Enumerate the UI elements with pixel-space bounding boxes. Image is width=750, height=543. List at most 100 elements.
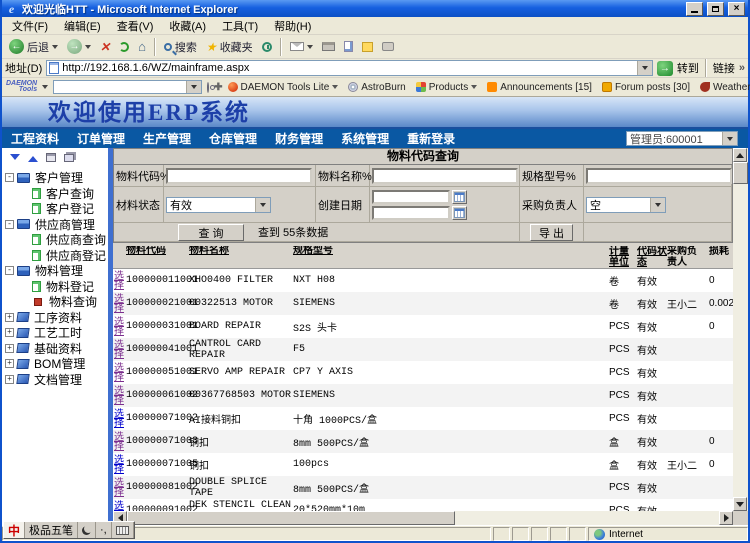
buyer-dropdown-icon[interactable] [650,198,665,212]
history-button[interactable] [259,36,275,58]
go-icon[interactable]: → [657,61,673,76]
tree-expander-icon[interactable] [5,328,14,337]
tree-item[interactable]: 客户登记 [20,201,108,217]
row-select-link[interactable]: 选择 [113,318,125,336]
tree-item-label[interactable]: 物料管理 [33,262,85,279]
menu-item[interactable]: 收藏(A) [161,16,214,36]
date-to-input[interactable] [372,206,450,220]
tree-expander-icon[interactable] [5,359,14,368]
ime-language-button[interactable]: 中 [4,522,25,538]
tree-item-label[interactable]: 客户登记 [44,200,96,217]
tree-item[interactable]: 客户查询 [20,186,108,202]
export-button[interactable]: 导 出 [530,224,573,241]
back-button[interactable]: ← 后退 [6,36,61,58]
tree-item-label[interactable]: 供应商登记 [44,247,108,264]
daemon-search-field[interactable] [53,80,202,94]
name-input[interactable] [372,168,518,184]
tree-item-label[interactable]: BOM管理 [32,355,87,372]
row-select-link[interactable]: 选择 [113,364,125,382]
tree-item-label[interactable]: 物料登记 [44,278,96,295]
tree-item[interactable]: 物料查询 [20,294,108,310]
tree-item[interactable]: 基础资料 [5,341,108,357]
daemon-toolbar-item[interactable]: Products [416,82,477,93]
discuss-button[interactable] [379,36,397,58]
tree-item-label[interactable]: 客户查询 [44,185,96,202]
spec-input[interactable] [586,168,732,184]
daemon-toolbar-item[interactable]: Announcements [15] [487,82,592,93]
edit-button[interactable] [341,36,356,58]
row-select-link[interactable]: 选择 [113,272,125,290]
nav-menu-item[interactable]: 重新登录 [398,130,464,147]
row-select-link[interactable]: 选择 [113,456,125,474]
stop-button[interactable]: ✕ [97,36,113,58]
date-from-calendar-button[interactable] [452,190,467,204]
tree-item[interactable]: 工艺工时 [5,325,108,341]
row-select-link[interactable]: 选择 [113,295,125,313]
date-from-input[interactable] [372,190,450,204]
tree-item[interactable]: 工序资料 [5,310,108,326]
refresh-button[interactable] [116,36,132,58]
tree-item[interactable]: 客户管理 [5,170,108,186]
tree-expander-icon[interactable] [5,220,14,229]
menu-item[interactable]: 查看(V) [109,16,162,36]
current-user-select[interactable]: 管理员:600001 [626,131,738,146]
vertical-scroll-track[interactable] [733,184,748,497]
column-header-name[interactable]: 物料名称 [189,246,293,257]
horizontal-scrollbar[interactable] [113,511,733,525]
horizontal-scroll-track[interactable] [455,511,719,525]
mail-button[interactable] [287,36,316,58]
tree-item-label[interactable]: 客户管理 [33,169,85,186]
date-to-calendar-button[interactable] [452,206,467,220]
tree-item[interactable]: 物料管理 [5,263,108,279]
column-header-unit[interactable]: 计量单位 [609,246,637,268]
daemon-toolbar-item[interactable]: AstroBurn [348,82,405,93]
home-button[interactable]: ⌂ [135,36,149,58]
row-select-link[interactable]: 选择 [113,433,125,451]
menu-item[interactable]: 编辑(E) [56,16,109,36]
nav-menu-item[interactable]: 财务管理 [266,130,332,147]
favorites-button[interactable]: ★ 收藏夹 [203,36,256,58]
daemon-toolbar-item[interactable]: Forum posts [30] [602,82,690,93]
column-header-spec[interactable]: 规格型号 [293,246,609,257]
nav-menu-item[interactable]: 订单管理 [68,130,134,147]
links-label[interactable]: 链接 [713,60,735,76]
tree-item[interactable]: 供应商登记 [20,248,108,264]
menu-item[interactable]: 帮助(H) [266,16,319,36]
tree-expander-icon[interactable] [5,173,14,182]
buyer-select[interactable]: 空 [586,197,666,213]
tree-expander-icon[interactable] [5,344,14,353]
vertical-scrollbar[interactable] [733,148,748,525]
ime-fullwidth-button[interactable] [78,522,96,538]
daemon-toolbar-item[interactable]: Weather [700,82,750,93]
tree-expand-all-icon[interactable] [28,151,38,162]
daemon-search-input[interactable] [54,81,186,93]
tree-layers-icon[interactable] [64,154,74,162]
address-field[interactable]: http://192.168.1.6/WZ/mainframe.aspx [46,60,653,76]
tree-item-label[interactable]: 工艺工时 [32,324,84,341]
tree-window-icon[interactable] [46,153,56,162]
tree-expander-icon[interactable] [5,266,14,275]
column-header-code[interactable]: 物料代码 [126,246,189,257]
daemon-search-icon[interactable] [207,82,209,93]
print-button[interactable] [319,36,338,58]
go-label[interactable]: 转到 [677,60,699,76]
tree-item-label[interactable]: 文档管理 [32,371,84,388]
row-select-link[interactable]: 选择 [113,479,125,497]
status-select[interactable]: 有效 [166,197,271,213]
nav-menu-item[interactable]: 仓库管理 [200,130,266,147]
minimize-button[interactable] [686,2,703,16]
ime-name-button[interactable]: 极品五笔 [25,522,78,538]
code-input[interactable] [166,168,312,184]
tree-item[interactable]: BOM管理 [5,356,108,372]
forward-dropdown-icon[interactable] [85,45,91,52]
forward-button[interactable]: → [64,36,94,58]
column-header-status[interactable]: 代码状态 [637,246,667,268]
row-select-link[interactable]: 选择 [113,502,125,512]
mail-dropdown-icon[interactable] [307,45,313,52]
scroll-down-button[interactable] [733,497,747,511]
back-dropdown-icon[interactable] [52,45,58,52]
vertical-scroll-thumb[interactable] [733,162,748,184]
tree-expander-icon[interactable] [5,313,14,322]
scroll-right-button[interactable] [719,511,733,525]
restore-button[interactable] [707,2,724,16]
